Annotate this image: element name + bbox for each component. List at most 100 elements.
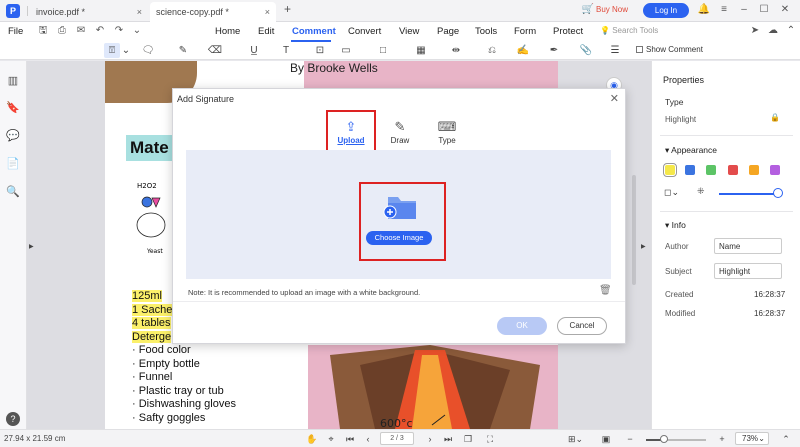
- signature-tool-icon[interactable]: ✍: [515, 43, 531, 58]
- menu-view[interactable]: View: [399, 26, 419, 37]
- menu-protect[interactable]: Protect: [553, 26, 583, 37]
- callout-tool-icon[interactable]: ▭: [338, 43, 354, 58]
- color-swatch-yellow[interactable]: [663, 163, 677, 177]
- close-icon[interactable]: ×: [265, 2, 270, 22]
- fit-page-icon[interactable]: ⛶: [484, 433, 496, 445]
- collapse-statusbar-icon[interactable]: ⌃: [780, 433, 792, 445]
- comments-panel-icon[interactable]: 💬: [6, 129, 20, 143]
- list-item-highlighted: 125ml: [132, 290, 162, 302]
- author-field[interactable]: Name: [714, 238, 782, 254]
- info-heading[interactable]: ▾ Info: [665, 220, 686, 231]
- sign-tool-icon[interactable]: ✒: [546, 43, 562, 58]
- cart-icon[interactable]: 🛒: [581, 3, 595, 17]
- menu-convert[interactable]: Convert: [348, 26, 381, 37]
- opacity-slider[interactable]: [719, 193, 779, 195]
- attachments-icon[interactable]: 📄: [6, 157, 20, 171]
- bell-icon[interactable]: 🔔: [697, 3, 711, 17]
- list-comments-icon[interactable]: ☰: [607, 43, 623, 58]
- help-icon[interactable]: ?: [6, 412, 20, 426]
- first-page-icon[interactable]: ⏮: [344, 433, 356, 445]
- zoom-out-icon[interactable]: −: [624, 433, 636, 445]
- last-page-icon[interactable]: ⏭: [442, 433, 454, 445]
- menu-tools[interactable]: Tools: [475, 26, 497, 37]
- zoom-level-select[interactable]: 73% ⌄: [735, 432, 769, 445]
- shape-tool-icon[interactable]: □: [375, 43, 391, 58]
- expand-right-panel-icon[interactable]: ▶: [641, 243, 646, 250]
- zoom-slider-handle[interactable]: [660, 435, 668, 443]
- border-color-icon[interactable]: ◻⌄: [664, 187, 679, 198]
- thumbnails-icon[interactable]: ▥: [6, 74, 20, 88]
- window-close-icon[interactable]: ✕: [778, 3, 792, 17]
- tab-science-copy[interactable]: science-copy.pdf * ×: [150, 2, 276, 22]
- trash-icon[interactable]: 🗑: [599, 285, 612, 296]
- lock-icon[interactable]: 🔒: [770, 113, 780, 122]
- next-page-icon[interactable]: ›: [424, 433, 436, 445]
- email-icon[interactable]: ✉: [74, 24, 88, 38]
- fit-width-icon[interactable]: ▣: [600, 433, 612, 445]
- menu-comment[interactable]: Comment: [292, 26, 336, 37]
- prev-page-icon[interactable]: ‹: [362, 433, 374, 445]
- zoom-in-icon[interactable]: +: [716, 433, 728, 445]
- page-number-input[interactable]: 2 / 3: [380, 432, 414, 445]
- cloud-upload-icon[interactable]: ☁: [766, 24, 780, 38]
- vertical-scrollbar[interactable]: [632, 175, 636, 285]
- redo-icon[interactable]: ↷: [112, 24, 126, 38]
- subject-field[interactable]: Highlight: [714, 263, 782, 279]
- area-tool-icon[interactable]: ▦: [413, 43, 429, 58]
- appearance-heading[interactable]: ▾ Appearance: [665, 145, 717, 156]
- cancel-button[interactable]: Cancel: [557, 317, 607, 335]
- note-tool-icon[interactable]: 🗨: [140, 43, 156, 58]
- color-swatch-red[interactable]: [728, 165, 738, 175]
- color-swatch-orange[interactable]: [749, 165, 759, 175]
- login-button[interactable]: Log In: [643, 3, 689, 18]
- stamp-tool-icon[interactable]: ⎌: [484, 43, 500, 58]
- menu-form[interactable]: Form: [514, 26, 536, 37]
- pen-tool-icon[interactable]: ✎: [175, 43, 191, 58]
- tab-invoice[interactable]: invoice.pdf * ×: [30, 2, 148, 22]
- color-swatch-purple[interactable]: [770, 165, 780, 175]
- show-comment-checkbox[interactable]: [636, 46, 643, 53]
- minimize-icon[interactable]: –: [737, 3, 751, 17]
- print-icon[interactable]: ⎙: [55, 24, 69, 38]
- maximize-icon[interactable]: ☐: [757, 3, 771, 17]
- opacity-icon[interactable]: ⁜: [697, 186, 705, 197]
- choose-image-button[interactable]: Choose Image: [366, 231, 432, 245]
- buy-now-link[interactable]: Buy Now: [596, 5, 628, 14]
- color-swatch-green[interactable]: [706, 165, 716, 175]
- tab-draw[interactable]: ✎ Draw: [380, 119, 420, 145]
- expand-left-panel-icon[interactable]: ▶: [29, 243, 34, 250]
- hand-tool-icon[interactable]: ✋: [306, 433, 318, 445]
- menu-icon[interactable]: ≡: [717, 3, 731, 17]
- new-tab-button[interactable]: +: [284, 2, 291, 16]
- show-comment-toggle[interactable]: Show Comment: [636, 45, 703, 54]
- text-tool-icon[interactable]: T: [278, 43, 294, 58]
- chevron-down-icon[interactable]: ⌄: [118, 43, 134, 58]
- menu-home[interactable]: Home: [215, 26, 240, 37]
- menu-file[interactable]: File: [8, 26, 23, 37]
- color-swatch-blue[interactable]: [685, 165, 695, 175]
- bookmark-icon[interactable]: 🔖: [6, 101, 20, 115]
- menu-edit[interactable]: Edit: [258, 26, 274, 37]
- chevron-down-icon[interactable]: ⌄: [130, 24, 144, 38]
- ok-button[interactable]: OK: [497, 317, 547, 335]
- close-icon[interactable]: ✕: [610, 92, 619, 105]
- measure-tool-icon[interactable]: ⇹: [448, 43, 464, 58]
- underline-tool-icon[interactable]: U̲: [246, 43, 262, 58]
- textbox-tool-icon[interactable]: ⊡: [312, 43, 328, 58]
- search-tools-input[interactable]: 💡 Search Tools: [600, 26, 658, 35]
- author-label: Author: [665, 242, 689, 251]
- opacity-slider-handle[interactable]: [773, 188, 783, 198]
- save-icon[interactable]: 🖫: [36, 24, 50, 38]
- layout-icon[interactable]: ⊞⌄: [568, 433, 583, 445]
- select-tool-icon[interactable]: ⌖: [325, 433, 337, 445]
- undo-icon[interactable]: ↶: [93, 24, 107, 38]
- search-icon[interactable]: 🔍: [6, 185, 20, 199]
- collapse-icon[interactable]: ⌃: [784, 24, 798, 38]
- attachment-tool-icon[interactable]: 📎: [578, 43, 594, 58]
- close-icon[interactable]: ×: [137, 2, 142, 22]
- eraser-tool-icon[interactable]: ⌫: [207, 43, 223, 58]
- menu-page[interactable]: Page: [437, 26, 459, 37]
- page-mode-icon[interactable]: ❐: [462, 433, 474, 445]
- tab-type[interactable]: ⌨ Type: [427, 119, 467, 145]
- send-icon[interactable]: ➤: [748, 24, 762, 38]
